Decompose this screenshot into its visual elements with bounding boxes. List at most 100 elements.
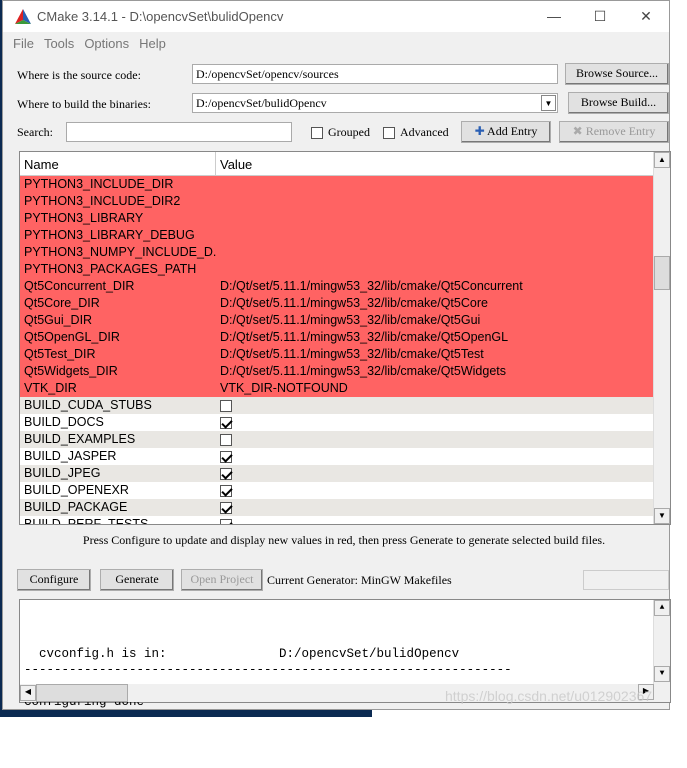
menu-options[interactable]: Options: [84, 36, 129, 51]
advanced-label: Advanced: [400, 125, 449, 139]
advanced-checkbox-box[interactable]: [383, 127, 395, 140]
row-value[interactable]: [216, 227, 220, 244]
table-row[interactable]: PYTHON3_LIBRARY_DEBUG: [20, 227, 670, 244]
log-hscroll-thumb[interactable]: [36, 684, 128, 702]
scroll-thumb[interactable]: [654, 256, 670, 290]
row-value[interactable]: D:/Qt/set/5.11.1/mingw53_32/lib/cmake/Qt…: [216, 295, 488, 312]
row-checkbox[interactable]: [216, 397, 237, 414]
table-row[interactable]: Qt5Test_DIR D:/Qt/set/5.11.1/mingw53_32/l…: [20, 346, 670, 363]
remove-entry-button[interactable]: ✖ Remove Entry: [559, 121, 669, 143]
checkbox[interactable]: [220, 433, 232, 446]
checkbox[interactable]: [220, 518, 232, 524]
checkbox[interactable]: [220, 450, 232, 463]
grouped-checkbox[interactable]: Grouped: [311, 125, 370, 140]
browse-source-button[interactable]: Browse Source...: [565, 63, 669, 85]
table-row[interactable]: PYTHON3_PACKAGES_PATH: [20, 261, 670, 278]
checkbox[interactable]: [220, 467, 232, 480]
plus-icon: ✚: [474, 124, 485, 138]
watermark: https://blog.csdn.net/u012902367: [445, 688, 653, 704]
table-row[interactable]: Qt5OpenGL_DIR D:/Qt/set/5.11.1/mingw53_32…: [20, 329, 670, 346]
column-name[interactable]: Name: [20, 152, 216, 175]
table-scrollbar[interactable]: ▲ ▼: [653, 152, 670, 524]
close-button[interactable]: ✕: [623, 8, 669, 25]
add-entry-button[interactable]: ✚ Add Entry: [461, 121, 551, 143]
source-input[interactable]: D:/opencvSet/opencv/sources: [192, 64, 558, 84]
row-name: PYTHON3_INCLUDE_DIR: [24, 177, 174, 191]
row-name: Qt5OpenGL_DIR: [24, 330, 120, 344]
row-value[interactable]: D:/Qt/set/5.11.1/mingw53_32/lib/cmake/Qt…: [216, 278, 523, 295]
table-row[interactable]: BUILD_DOCS: [20, 414, 670, 431]
row-checkbox[interactable]: [216, 431, 237, 448]
log-scroll-down-icon[interactable]: ▼: [654, 666, 670, 682]
table-row[interactable]: PYTHON3_NUMPY_INCLUDE_D...: [20, 244, 670, 261]
dropdown-arrow-icon[interactable]: ▼: [541, 95, 556, 111]
row-checkbox[interactable]: [216, 448, 237, 465]
row-value[interactable]: [216, 176, 220, 193]
row-value[interactable]: [216, 244, 220, 261]
generate-button[interactable]: Generate: [100, 569, 174, 591]
build-combobox[interactable]: D:/opencvSet/bulidOpencv ▼: [192, 93, 558, 113]
open-project-button[interactable]: Open Project: [181, 569, 263, 591]
table-row[interactable]: BUILD_PACKAGE: [20, 499, 670, 516]
scroll-down-icon[interactable]: ▼: [654, 508, 670, 524]
row-value[interactable]: [216, 261, 220, 278]
table-row[interactable]: Qt5Gui_DIR D:/Qt/set/5.11.1/mingw53_32/li…: [20, 312, 670, 329]
maximize-button[interactable]: ☐: [577, 8, 623, 25]
table-row[interactable]: BUILD_JPEG: [20, 465, 670, 482]
row-value[interactable]: D:/Qt/set/5.11.1/mingw53_32/lib/cmake/Qt…: [216, 363, 506, 380]
scroll-up-icon[interactable]: ▲: [654, 152, 670, 168]
row-value[interactable]: D:/Qt/set/5.11.1/mingw53_32/lib/cmake/Qt…: [216, 312, 480, 329]
table-body: PYTHON3_INCLUDE_DIR PYTHON3_INCLUDE_DIR2 P…: [20, 176, 670, 525]
log-scroll-up-icon[interactable]: ▲: [654, 600, 670, 616]
table-header: Name Value: [20, 152, 670, 176]
checkbox[interactable]: [220, 484, 232, 497]
table-row[interactable]: PYTHON3_LIBRARY: [20, 210, 670, 227]
row-checkbox[interactable]: [216, 414, 237, 431]
table-row[interactable]: BUILD_OPENEXR: [20, 482, 670, 499]
row-checkbox[interactable]: [216, 499, 237, 516]
table-row[interactable]: BUILD_JASPER: [20, 448, 670, 465]
cmake-window: CMake 3.14.1 - D:\opencvSet\bulidOpencv …: [2, 0, 671, 710]
row-value[interactable]: D:/Qt/set/5.11.1/mingw53_32/lib/cmake/Qt…: [216, 346, 484, 363]
checkbox[interactable]: [220, 501, 232, 514]
configure-button[interactable]: Configure: [17, 569, 91, 591]
row-name: BUILD_EXAMPLES: [24, 432, 136, 446]
table-row[interactable]: BUILD_PERF_TESTS: [20, 516, 670, 525]
checkbox[interactable]: [220, 399, 232, 412]
remove-entry-label: Remove Entry: [585, 124, 656, 138]
minimize-button[interactable]: —: [531, 8, 577, 25]
search-input[interactable]: [66, 122, 292, 142]
log-vscrollbar[interactable]: ▲ ▼: [653, 600, 670, 702]
row-name: BUILD_CUDA_STUBS: [24, 398, 152, 412]
row-value[interactable]: VTK_DIR-NOTFOUND: [216, 380, 348, 397]
table-row[interactable]: VTK_DIR VTK_DIR-NOTFOUND: [20, 380, 670, 397]
row-name: BUILD_PACKAGE: [24, 500, 128, 514]
row-value[interactable]: [216, 193, 220, 210]
row-value[interactable]: D:/Qt/set/5.11.1/mingw53_32/lib/cmake/Qt…: [216, 329, 508, 346]
remove-x-icon: ✖: [572, 124, 583, 138]
window-title: CMake 3.14.1 - D:\opencvSet\bulidOpencv: [37, 9, 284, 24]
column-value[interactable]: Value: [216, 152, 670, 175]
menu-help[interactable]: Help: [139, 36, 166, 51]
row-name: Qt5Test_DIR: [24, 347, 96, 361]
log-scroll-left-icon[interactable]: ◀: [20, 685, 36, 701]
table-row[interactable]: PYTHON3_INCLUDE_DIR: [20, 176, 670, 193]
row-name: PYTHON3_LIBRARY_DEBUG: [24, 228, 195, 242]
table-row[interactable]: BUILD_EXAMPLES: [20, 431, 670, 448]
advanced-checkbox[interactable]: Advanced: [383, 125, 449, 140]
row-name: BUILD_PERF_TESTS: [24, 517, 149, 525]
table-row[interactable]: BUILD_CUDA_STUBS: [20, 397, 670, 414]
checkbox[interactable]: [220, 416, 232, 429]
row-checkbox[interactable]: [216, 465, 237, 482]
menu-file[interactable]: File: [13, 36, 34, 51]
row-checkbox[interactable]: [216, 516, 237, 524]
row-checkbox[interactable]: [216, 482, 237, 499]
table-row[interactable]: PYTHON3_INCLUDE_DIR2: [20, 193, 670, 210]
row-value[interactable]: [216, 210, 220, 227]
table-row[interactable]: Qt5Core_DIR D:/Qt/set/5.11.1/mingw53_32/l…: [20, 295, 670, 312]
browse-build-button[interactable]: Browse Build...: [568, 92, 669, 114]
menu-tools[interactable]: Tools: [44, 36, 74, 51]
table-row[interactable]: Qt5Concurrent_DIR D:/Qt/set/5.11.1/mingw5…: [20, 278, 670, 295]
grouped-checkbox-box[interactable]: [311, 127, 323, 140]
table-row[interactable]: Qt5Widgets_DIR D:/Qt/set/5.11.1/mingw53_3…: [20, 363, 670, 380]
